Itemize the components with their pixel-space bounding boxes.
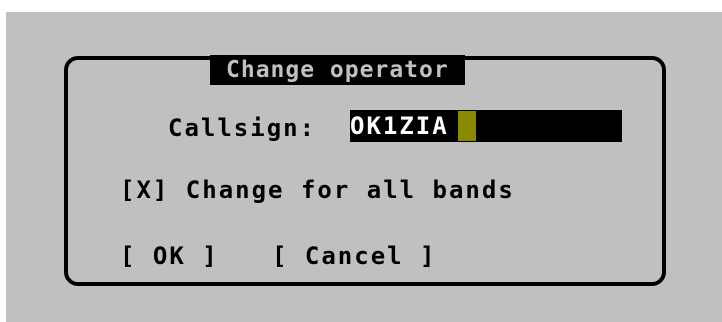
callsign-input[interactable]: OK1ZIA bbox=[350, 110, 622, 142]
dialog-title: Change operator bbox=[210, 55, 465, 85]
text-cursor bbox=[458, 111, 476, 141]
callsign-value: OK1ZIA bbox=[350, 112, 449, 140]
change-operator-dialog: Change operator Callsign: OK1ZIA [X] Cha… bbox=[6, 12, 722, 322]
cancel-button[interactable]: [ Cancel ] bbox=[272, 241, 437, 271]
change-all-bands-checkbox[interactable]: [X] Change for all bands bbox=[120, 175, 515, 205]
ok-button[interactable]: [ OK ] bbox=[120, 241, 219, 271]
screen: Change operator Callsign: OK1ZIA [X] Cha… bbox=[0, 0, 722, 322]
callsign-label: Callsign: bbox=[168, 114, 317, 142]
